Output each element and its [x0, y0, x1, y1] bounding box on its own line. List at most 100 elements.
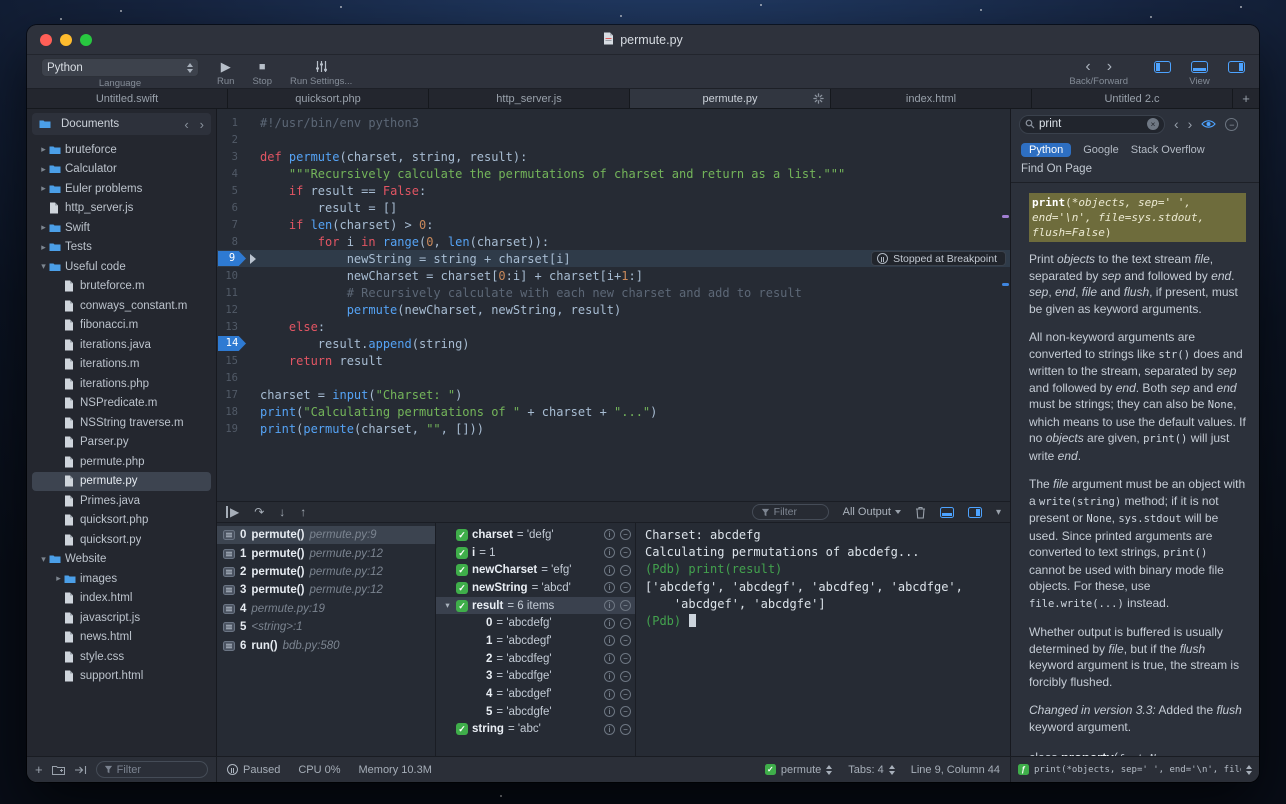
tree-file-http-server-js[interactable]: http_server.js [32, 199, 211, 219]
callstack-frame-4[interactable]: 4 permute.py:19 [217, 600, 435, 618]
close-window-button[interactable] [40, 34, 52, 46]
variable-row-newcharset[interactable]: ✓ newCharset = 'efg' i − [436, 561, 635, 579]
tree-file-style-css[interactable]: style.css [32, 647, 211, 667]
line-number-gutter[interactable]: 17 [217, 389, 247, 401]
line-number-gutter[interactable]: 8 [217, 236, 247, 248]
code-text[interactable]: """Recursively calculate the permutation… [247, 167, 845, 181]
checkbox-checked-icon[interactable]: ✓ [456, 546, 468, 559]
tree-file-parser-py[interactable]: Parser.py [32, 433, 211, 453]
callstack-frame-3[interactable]: 3 permute() permute.py:12 [217, 581, 435, 599]
remove-watch-icon[interactable]: − [620, 582, 631, 594]
variable-row-5[interactable]: 5 = 'abcdgfe' i − [436, 703, 635, 721]
remove-watch-icon[interactable]: − [620, 723, 631, 735]
doc-tab-stack-overflow[interactable]: Stack Overflow [1131, 144, 1205, 156]
tree-file-iterations-java[interactable]: iterations.java [32, 335, 211, 355]
tree-folder-euler-problems[interactable]: ▸ Euler problems [32, 179, 211, 199]
tree-file-bruteforce-m[interactable]: bruteforce.m [32, 277, 211, 297]
doc-search-input[interactable] [1039, 118, 1143, 130]
remove-watch-icon[interactable]: − [620, 635, 631, 647]
continue-button[interactable]: ▶ [226, 506, 239, 518]
clear-console-button[interactable] [915, 506, 926, 519]
console-output[interactable]: Charset: abcdefg Calculating permutations… [636, 523, 1010, 756]
find-on-page-button[interactable]: Find On Page [1011, 160, 1259, 183]
code-text[interactable]: charset = input("Charset: ") [247, 388, 462, 402]
line-number-gutter[interactable]: 1 [217, 117, 247, 129]
remove-watch-icon[interactable]: − [620, 564, 631, 576]
remove-watch-icon[interactable]: − [620, 547, 631, 559]
remove-watch-icon[interactable]: − [620, 617, 631, 629]
tree-file-permute-php[interactable]: permute.php [32, 452, 211, 472]
checkbox-checked-icon[interactable]: ✓ [456, 599, 468, 612]
zoom-window-button[interactable] [80, 34, 92, 46]
tree-file-news-html[interactable]: news.html [32, 628, 211, 648]
line-number-gutter[interactable]: 12 [217, 304, 247, 316]
target-dropdown[interactable]: ✓ permute [764, 764, 833, 776]
variable-row-charset[interactable]: ✓ charset = 'defg' i − [436, 526, 635, 544]
language-dropdown[interactable]: Python [41, 58, 199, 77]
info-icon[interactable]: i [604, 547, 615, 559]
tree-folder-useful-code[interactable]: ▾ Useful code [32, 257, 211, 277]
code-text[interactable]: newString = string + charset[i] [247, 252, 571, 266]
code-text[interactable]: def permute(charset, string, result): [247, 150, 527, 164]
info-icon[interactable]: i [604, 653, 615, 665]
variable-row-2[interactable]: 2 = 'abcdfeg' i − [436, 650, 635, 668]
console-filter-field[interactable] [751, 504, 829, 520]
line-number-gutter[interactable]: 11 [217, 287, 247, 299]
new-folder-button[interactable] [51, 765, 65, 775]
step-out-button[interactable]: ↑ [300, 506, 306, 518]
remove-watch-icon[interactable]: − [620, 670, 631, 682]
info-icon[interactable]: i [604, 600, 615, 612]
info-icon[interactable]: i [604, 635, 615, 647]
tree-file-nsstring-traverse-m[interactable]: NSString traverse.m [32, 413, 211, 433]
code-text[interactable]: else: [247, 320, 325, 334]
sidebar-filter-input[interactable] [116, 763, 200, 776]
tree-file-index-html[interactable]: index.html [32, 589, 211, 609]
collapse-console-icon[interactable]: ▾ [996, 507, 1001, 518]
remove-panel-icon[interactable]: − [1225, 117, 1239, 131]
doc-search-field[interactable]: × [1019, 114, 1165, 134]
sidebar-filter-field[interactable] [95, 761, 208, 778]
back-button[interactable]: ‹ [1085, 58, 1090, 76]
step-into-button[interactable]: ↓ [279, 506, 285, 518]
callstack-frame-1[interactable]: 1 permute() permute.py:12 [217, 544, 435, 562]
toggle-variables-panel-icon[interactable] [967, 506, 982, 518]
tree-folder-bruteforce[interactable]: ▸ bruteforce [32, 140, 211, 160]
line-number-gutter[interactable]: 18 [217, 406, 247, 418]
variable-row-4[interactable]: 4 = 'abcdgef' i − [436, 685, 635, 703]
callstack-frame-2[interactable]: 2 permute() permute.py:12 [217, 563, 435, 581]
doc-tab-google[interactable]: Google [1083, 144, 1118, 156]
info-icon[interactable]: i [604, 564, 615, 576]
code-text[interactable]: if result == False: [247, 184, 426, 198]
clear-search-icon[interactable]: × [1147, 118, 1159, 130]
info-icon[interactable]: i [604, 617, 615, 629]
code-text[interactable]: print(permute(charset, "", [])) [247, 422, 484, 436]
doc-forward-button[interactable]: › [1188, 117, 1193, 131]
code-text[interactable]: #!/usr/bin/env python3 [247, 116, 419, 130]
checkbox-checked-icon[interactable]: ✓ [456, 581, 468, 594]
line-number-gutter[interactable]: 13 [217, 321, 247, 333]
tab-index-html[interactable]: index.html [831, 89, 1032, 108]
callstack-frame-6[interactable]: 6 run() bdb.py:580 [217, 636, 435, 654]
tree-file-nspredicate-m[interactable]: NSPredicate.m [32, 394, 211, 414]
code-text[interactable]: result.append(string) [247, 337, 470, 351]
info-icon[interactable]: i [604, 529, 615, 541]
sidebar-header[interactable]: Documents ‹ › [32, 113, 211, 135]
sidebar-back-button[interactable]: ‹ [184, 117, 188, 132]
tree-file-iterations-php[interactable]: iterations.php [32, 374, 211, 394]
callstack-frame-5[interactable]: 5 <string>:1 [217, 618, 435, 636]
line-number-gutter[interactable]: 16 [217, 372, 247, 384]
checkbox-checked-icon[interactable]: ✓ [456, 723, 468, 736]
tree-folder-website[interactable]: ▾ Website [32, 550, 211, 570]
info-icon[interactable]: i [604, 688, 615, 700]
breakpoint-badge[interactable]: 14 [218, 336, 246, 351]
toggle-docs-panel-icon[interactable] [1228, 60, 1245, 73]
line-number-gutter[interactable]: 2 [217, 134, 247, 146]
toggle-console-icon[interactable] [1191, 60, 1208, 73]
variable-row-result[interactable]: ▾ ✓ result = 6 items i − [436, 596, 635, 615]
remove-watch-icon[interactable]: − [620, 688, 631, 700]
console-filter-input[interactable] [773, 506, 820, 518]
minimize-window-button[interactable] [60, 34, 72, 46]
info-icon[interactable]: i [604, 706, 615, 718]
run-settings-button[interactable]: Run Settings... [290, 58, 352, 87]
run-button[interactable]: ▶ Run [217, 58, 234, 88]
